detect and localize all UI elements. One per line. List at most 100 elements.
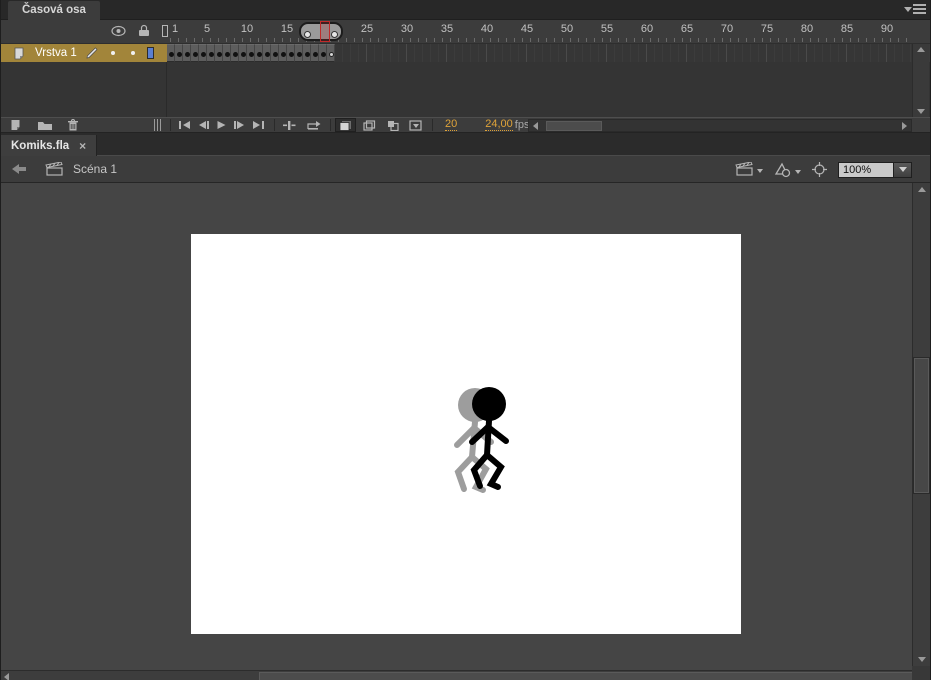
loop-playback-button[interactable] [303, 118, 324, 132]
layer-label-area[interactable]: Vrstva 1 [1, 44, 167, 62]
frame-cell-80[interactable] [799, 44, 807, 62]
frame-cell-90[interactable] [879, 44, 887, 62]
timeline-hscroll-thumb[interactable] [546, 121, 602, 131]
frame-cell-73[interactable] [743, 44, 751, 62]
frame-cell-74[interactable] [751, 44, 759, 62]
visibility-eye-icon[interactable] [111, 25, 126, 37]
frame-cell-1[interactable] [167, 44, 175, 62]
frame-cell-92[interactable] [895, 44, 903, 62]
scroll-down-icon[interactable] [918, 657, 926, 662]
frame-cell-93[interactable] [903, 44, 911, 62]
frame-cell-71[interactable] [727, 44, 735, 62]
frame-cell-47[interactable] [535, 44, 543, 62]
layer-name[interactable]: Vrstva 1 [35, 47, 77, 59]
frame-cell-20[interactable] [319, 44, 327, 62]
frame-cell-62[interactable] [655, 44, 663, 62]
lock-icon[interactable] [138, 24, 150, 37]
frame-cell-81[interactable] [807, 44, 815, 62]
frame-cell-60[interactable] [639, 44, 647, 62]
frame-cell-88[interactable] [863, 44, 871, 62]
frame-cell-44[interactable] [511, 44, 519, 62]
stage-vertical-scrollbar[interactable] [912, 183, 930, 666]
frame-cell-10[interactable] [239, 44, 247, 62]
frame-cell-48[interactable] [543, 44, 551, 62]
goto-first-frame-button[interactable] [175, 118, 194, 132]
frame-cell-84[interactable] [831, 44, 839, 62]
frame-cell-46[interactable] [527, 44, 535, 62]
frame-cell-41[interactable] [487, 44, 495, 62]
frame-cell-5[interactable] [199, 44, 207, 62]
zoom-dropdown-button[interactable] [894, 162, 912, 178]
frame-cell-68[interactable] [703, 44, 711, 62]
scroll-up-icon[interactable] [917, 47, 925, 52]
frame-cell-28[interactable] [383, 44, 391, 62]
frame-cell-56[interactable] [607, 44, 615, 62]
frame-cell-89[interactable] [871, 44, 879, 62]
frame-cell-75[interactable] [759, 44, 767, 62]
stage-canvas[interactable] [191, 234, 741, 634]
frame-cell-54[interactable] [591, 44, 599, 62]
panel-menu-icon[interactable] [904, 4, 926, 16]
scroll-left-icon[interactable] [4, 673, 9, 680]
new-layer-button[interactable] [7, 118, 26, 132]
close-icon[interactable]: × [79, 139, 86, 153]
frame-cell-37[interactable] [455, 44, 463, 62]
frame-cell-7[interactable] [215, 44, 223, 62]
frame-cell-53[interactable] [583, 44, 591, 62]
frame-cell-11[interactable] [247, 44, 255, 62]
toolbar-grip-handle[interactable] [154, 119, 162, 131]
onion-skin-outlines-button[interactable] [360, 118, 379, 132]
zoom-control[interactable]: 100% [838, 162, 912, 178]
scroll-right-icon[interactable] [902, 122, 907, 130]
stage-vscroll-thumb[interactable] [914, 358, 929, 493]
frame-cell-65[interactable] [679, 44, 687, 62]
frame-cell-15[interactable] [279, 44, 287, 62]
frame-cell-33[interactable] [423, 44, 431, 62]
frame-cell-21[interactable] [327, 44, 335, 62]
playhead-marker[interactable] [320, 21, 330, 42]
frame-cell-30[interactable] [399, 44, 407, 62]
frame-cell-59[interactable] [631, 44, 639, 62]
frame-cell-23[interactable] [343, 44, 351, 62]
zoom-input[interactable]: 100% [838, 162, 894, 178]
frame-cell-69[interactable] [711, 44, 719, 62]
frame-cell-22[interactable] [335, 44, 343, 62]
frame-cell-24[interactable] [351, 44, 359, 62]
frame-cell-38[interactable] [463, 44, 471, 62]
frame-cell-58[interactable] [623, 44, 631, 62]
frame-cell-26[interactable] [367, 44, 375, 62]
timeline-horizontal-scrollbar[interactable] [528, 119, 912, 132]
stick-figure-drawing[interactable] [191, 234, 741, 634]
layer-outline-color-swatch[interactable] [147, 47, 154, 59]
center-stage-crosshair-icon[interactable] [811, 161, 828, 178]
frame-cell-82[interactable] [815, 44, 823, 62]
stage-pasteboard[interactable] [1, 183, 912, 670]
frame-cell-45[interactable] [519, 44, 527, 62]
document-tab[interactable]: Komiks.fla × [1, 135, 97, 156]
goto-last-frame-button[interactable] [249, 118, 268, 132]
play-button[interactable] [213, 118, 230, 132]
frame-cell-77[interactable] [775, 44, 783, 62]
frame-cell-8[interactable] [223, 44, 231, 62]
frame-cell-50[interactable] [559, 44, 567, 62]
frame-cell-25[interactable] [359, 44, 367, 62]
new-folder-button[interactable] [34, 118, 56, 132]
frame-cell-43[interactable] [503, 44, 511, 62]
current-frame-display[interactable]: 20 [445, 119, 457, 131]
frame-cell-70[interactable] [719, 44, 727, 62]
scroll-down-icon[interactable] [917, 109, 925, 114]
frame-cell-49[interactable] [551, 44, 559, 62]
frame-cell-32[interactable] [415, 44, 423, 62]
frame-cell-31[interactable] [407, 44, 415, 62]
step-forward-button[interactable] [230, 118, 249, 132]
frame-cell-17[interactable] [295, 44, 303, 62]
modify-markers-button[interactable] [406, 118, 426, 132]
frame-cell-35[interactable] [439, 44, 447, 62]
frame-cell-79[interactable] [791, 44, 799, 62]
frame-cell-51[interactable] [567, 44, 575, 62]
onion-end-handle[interactable] [331, 31, 338, 38]
frame-cell-3[interactable] [183, 44, 191, 62]
onion-skin-button[interactable] [335, 118, 356, 132]
tab-timeline[interactable]: Časová osa [8, 1, 100, 20]
frame-cell-34[interactable] [431, 44, 439, 62]
